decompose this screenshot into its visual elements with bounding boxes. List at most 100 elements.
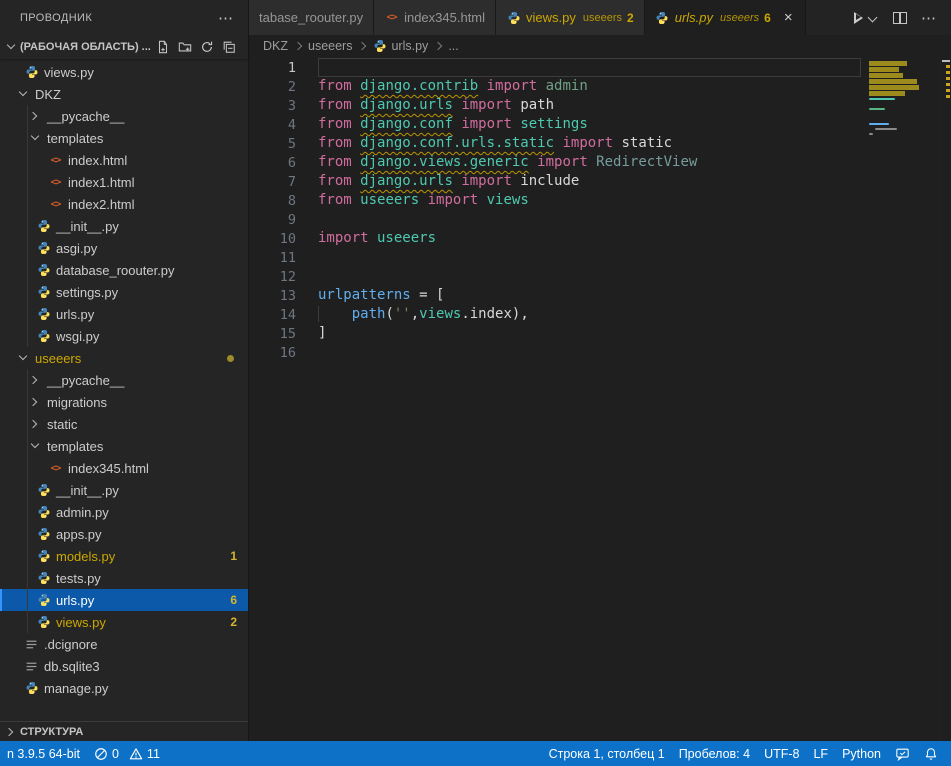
explorer-more-icon[interactable]: ⋯: [212, 9, 240, 27]
minimap-warning-line: [869, 91, 905, 96]
breadcrumb-item[interactable]: DKZ: [263, 39, 288, 53]
overview-ruler[interactable]: [940, 57, 951, 741]
tree-item-templates[interactable]: templates: [0, 127, 248, 149]
feedback-item[interactable]: [888, 747, 917, 761]
workspace-section-header[interactable]: (РАБОЧАЯ ОБЛАСТЬ) ...: [0, 35, 248, 59]
tree-item-manage.py[interactable]: manage.py: [0, 677, 248, 699]
feedback-icon: [895, 747, 910, 761]
tab-tabase_roouter.py[interactable]: tabase_roouter.py: [249, 0, 374, 35]
minimap[interactable]: [867, 57, 940, 741]
line-content: import useeers: [318, 229, 867, 248]
new-file-icon[interactable]: [156, 40, 170, 54]
python-icon: [36, 285, 51, 300]
cursor-position-item[interactable]: Строка 1, столбец 1: [542, 747, 672, 761]
language-mode-item[interactable]: Python: [835, 747, 888, 761]
code-line-15[interactable]: 15 ]: [249, 324, 867, 343]
new-folder-icon[interactable]: [178, 40, 192, 54]
code-line-14[interactable]: 14 path('',views.index),: [249, 305, 867, 324]
ruler-warning-mark: [946, 71, 950, 74]
code-line-7[interactable]: 7 from django.urls import include: [249, 172, 867, 191]
python-icon: [36, 483, 51, 498]
collapse-all-icon[interactable]: [222, 40, 236, 54]
breadcrumb-item[interactable]: urls.py: [372, 39, 428, 54]
breadcrumb-item[interactable]: useeers: [308, 39, 352, 53]
tree-item-label: admin.py: [56, 505, 109, 520]
split-editor-icon[interactable]: [893, 12, 907, 24]
line-content: [318, 267, 867, 286]
tree-item-asgi.py[interactable]: asgi.py: [0, 237, 248, 259]
tree-item-admin.py[interactable]: admin.py: [0, 501, 248, 523]
tree-item-label: tests.py: [56, 571, 101, 586]
code-line-1[interactable]: 1: [249, 58, 867, 77]
tree-item-wsgi.py[interactable]: wsgi.py: [0, 325, 248, 347]
problems-item[interactable]: 0 11: [87, 747, 167, 761]
tree-item-__pycache__[interactable]: __pycache__: [0, 369, 248, 391]
tree-item-index345.html[interactable]: <>index345.html: [0, 457, 248, 479]
editor-actions: ⋯: [855, 0, 951, 35]
tree-item-.dcignore[interactable]: .dcignore: [0, 633, 248, 655]
tree-item-label: templates: [47, 439, 103, 454]
tree-item-models.py[interactable]: models.py1: [0, 545, 248, 567]
code-line-8[interactable]: 8 from useeers import views: [249, 191, 867, 210]
code-line-16[interactable]: 16: [249, 343, 867, 362]
tree-item-apps.py[interactable]: apps.py: [0, 523, 248, 545]
indent-guide: [27, 193, 28, 215]
tree-item-views.py[interactable]: views.py2: [0, 611, 248, 633]
refresh-icon[interactable]: [200, 40, 214, 54]
python-icon: [36, 263, 51, 278]
tab-urls.py[interactable]: urls.py useeers 6 ×: [645, 0, 806, 35]
code-line-13[interactable]: 13 urlpatterns = [: [249, 286, 867, 305]
tree-item-__init__.py[interactable]: __init__.py: [0, 215, 248, 237]
tree-item-index1.html[interactable]: <>index1.html: [0, 171, 248, 193]
breadcrumb-separator-icon: [357, 41, 367, 51]
breadcrumb-item[interactable]: ...: [448, 39, 458, 53]
tree-item-views.py[interactable]: views.py: [0, 61, 248, 83]
encoding-item[interactable]: UTF-8: [757, 747, 806, 761]
code-line-11[interactable]: 11: [249, 248, 867, 267]
python-icon: [24, 681, 39, 696]
code-line-5[interactable]: 5 from django.conf.urls.static import st…: [249, 134, 867, 153]
code-line-2[interactable]: 2 from django.contrib import admin: [249, 77, 867, 96]
code-line-6[interactable]: 6 from django.views.generic import Redir…: [249, 153, 867, 172]
code-editor[interactable]: 1 2 from django.contrib import admin 3 f…: [249, 57, 867, 741]
python-interpreter-item[interactable]: n 3.9.5 64-bit: [0, 747, 87, 761]
chevron-down-icon: [16, 351, 30, 365]
tree-item-urls.py[interactable]: urls.py: [0, 303, 248, 325]
tree-item-db.sqlite3[interactable]: db.sqlite3: [0, 655, 248, 677]
tree-item-index2.html[interactable]: <>index2.html: [0, 193, 248, 215]
tree-item-index.html[interactable]: <>index.html: [0, 149, 248, 171]
tree-item-label: database_roouter.py: [56, 263, 175, 278]
code-line-10[interactable]: 10 import useeers: [249, 229, 867, 248]
code-line-4[interactable]: 4 from django.conf import settings: [249, 115, 867, 134]
tree-item-DKZ[interactable]: DKZ: [0, 83, 248, 105]
code-line-9[interactable]: 9: [249, 210, 867, 229]
tree-item-templates[interactable]: templates: [0, 435, 248, 457]
tree-item-useeers[interactable]: useeers: [0, 347, 248, 369]
editor-more-icon[interactable]: ⋯: [917, 9, 941, 27]
notifications-item[interactable]: [917, 747, 945, 761]
tree-item-__pycache__[interactable]: __pycache__: [0, 105, 248, 127]
tree-item-__init__.py[interactable]: __init__.py: [0, 479, 248, 501]
tree-item-migrations[interactable]: migrations: [0, 391, 248, 413]
code-line-12[interactable]: 12: [249, 267, 867, 286]
eol-item[interactable]: LF: [806, 747, 835, 761]
python-icon: [36, 615, 51, 630]
line-number: 14: [249, 307, 296, 323]
ruler-warning-mark: [946, 89, 950, 92]
tab-index345.html[interactable]: <> index345.html: [374, 0, 496, 35]
run-dropdown-icon[interactable]: [867, 12, 879, 24]
chevron-down-icon: [28, 131, 42, 145]
code-line-3[interactable]: 3 from django.urls import path: [249, 96, 867, 115]
tree-item-tests.py[interactable]: tests.py: [0, 567, 248, 589]
tab-views.py[interactable]: views.py useeers 2: [496, 0, 645, 35]
tree-item-static[interactable]: static: [0, 413, 248, 435]
close-icon[interactable]: ×: [782, 9, 795, 26]
tree-item-settings.py[interactable]: settings.py: [0, 281, 248, 303]
indentation-item[interactable]: Пробелов: 4: [672, 747, 757, 761]
html-icon: <>: [48, 461, 63, 476]
tree-item-database_roouter.py[interactable]: database_roouter.py: [0, 259, 248, 281]
warning-count: 11: [147, 747, 160, 761]
outline-section-header[interactable]: СТРУКТУРА: [0, 721, 248, 741]
breadcrumb-label: DKZ: [263, 39, 288, 53]
tree-item-urls.py[interactable]: urls.py6: [0, 589, 248, 611]
